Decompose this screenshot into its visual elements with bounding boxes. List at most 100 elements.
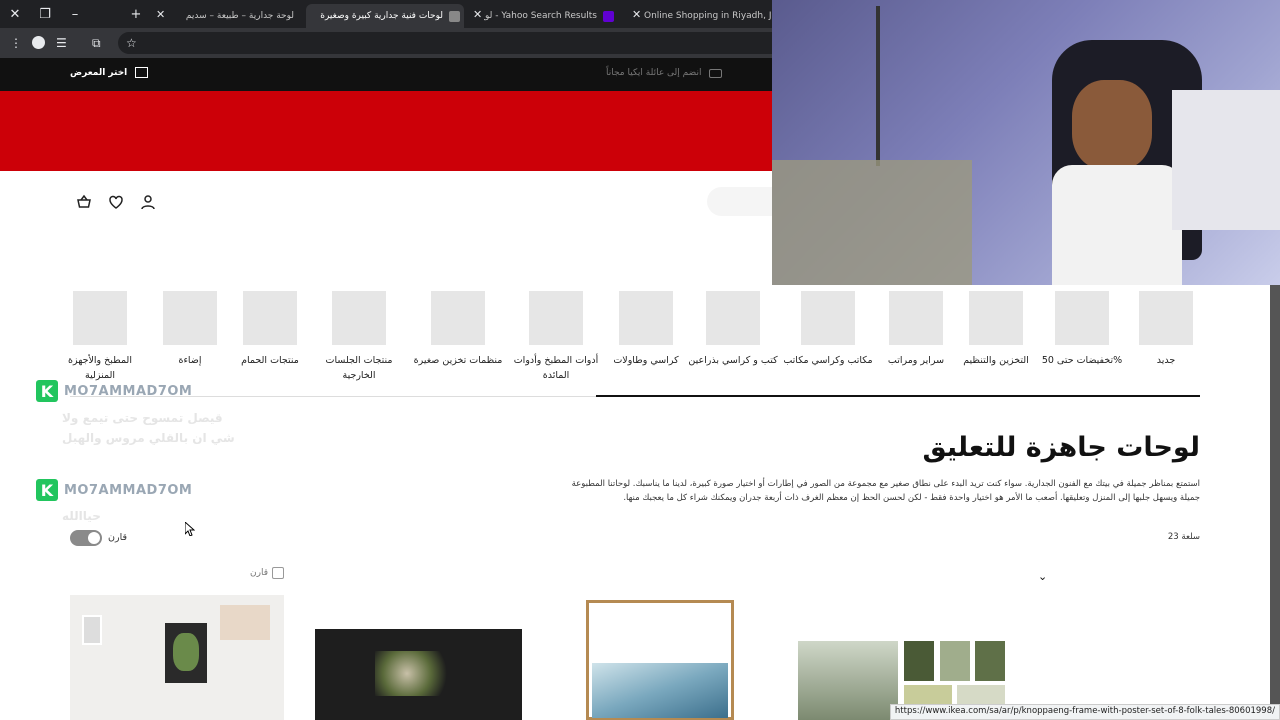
category-image <box>801 291 855 345</box>
streamer-name: MO7AMMAD7OM <box>64 383 193 399</box>
bed-shape <box>1172 90 1280 230</box>
page-scrollbar[interactable] <box>1270 285 1280 720</box>
profile-avatar-icon[interactable] <box>32 36 45 49</box>
product-image[interactable] <box>904 641 934 681</box>
minimize-window-icon[interactable]: – <box>64 4 86 24</box>
category-image <box>529 291 583 345</box>
tab-title: لوح جداريه - Yahoo Search Results <box>484 11 597 21</box>
category-item[interactable]: منظمات تخزين صغيرة <box>406 291 510 368</box>
browser-tab-bar: ✕ ❐ – + ✕ لوحة جدارية – طبيعة – سديم ✕ ل… <box>0 0 772 28</box>
reading-list-icon[interactable]: ☰ <box>56 34 67 52</box>
item-count: 23 سلعة <box>1167 532 1200 542</box>
category-label: أدوات المطبخ وأدوات المائدة <box>513 355 599 381</box>
category-label: مكاتب وكراسي مكاتب <box>783 355 873 366</box>
favorites-heart-icon[interactable] <box>108 194 124 210</box>
category-label: جديد <box>1156 355 1176 366</box>
category-label: كراسي وطاولات <box>613 355 679 366</box>
category-item[interactable]: إضاءة <box>160 291 220 368</box>
category-label: منتجات الحمام <box>241 355 299 366</box>
product-image[interactable] <box>798 641 898 720</box>
status-url: https://www.ikea.com/sa/ar/p/knoppaeng-f… <box>889 704 1280 720</box>
tab-close-icon[interactable]: ✕ <box>156 8 165 21</box>
frame-shape <box>220 605 270 640</box>
tab-3[interactable]: لوح جداريه - Yahoo Search Results <box>484 4 618 28</box>
category-item[interactable]: أدوات المطبخ وأدوات المائدة <box>506 291 606 383</box>
extensions-icon[interactable]: ⧉ <box>92 34 101 52</box>
compare-toggle-label: قارن <box>108 532 127 543</box>
wave-shape <box>592 663 728 718</box>
category-item[interactable]: كتب و كراسي بذراعين <box>684 291 782 368</box>
category-image <box>619 291 673 345</box>
restore-window-icon[interactable]: ❐ <box>34 4 56 24</box>
category-label: منظمات تخزين صغيرة <box>413 355 503 366</box>
category-label: التخزين والتنظيم <box>963 355 1029 366</box>
category-label: كتب و كراسي بذراعين <box>688 355 778 366</box>
tab-close-icon[interactable]: ✕ <box>473 8 482 21</box>
compare-checkbox[interactable] <box>272 567 284 579</box>
ikea-family-label: انضم إلى عائلة ايكيا مجاناً <box>606 68 702 78</box>
streamer-watermark: K MO7AMMAD7OM <box>36 380 192 402</box>
tab-title: لوحات فنية جدارية كبيرة وصغيرة <box>320 11 443 21</box>
search-input[interactable] <box>707 187 772 216</box>
promo-banner[interactable] <box>0 91 772 171</box>
category-item[interactable]: التخزين والتنظيم <box>954 291 1038 368</box>
family-card-icon <box>709 68 723 78</box>
category-item[interactable]: المطبخ والأجهزة المنزلية <box>60 291 140 383</box>
category-image <box>332 291 386 345</box>
menu-dots-icon[interactable]: ⋮ <box>10 34 22 52</box>
account-icon[interactable] <box>140 194 156 210</box>
product-image[interactable] <box>70 595 284 720</box>
chevron-down-icon[interactable]: ⌄ <box>1038 570 1047 583</box>
category-label: إضاءة <box>178 355 202 366</box>
category-item[interactable]: مكاتب وكراسي مكاتب <box>778 291 878 368</box>
product-image[interactable] <box>315 629 522 720</box>
browser-toolbar: ⋮ ☰ ⧉ ☆ <box>0 28 772 58</box>
kick-logo-icon: K <box>36 380 58 402</box>
tab-title: Online Shopping in Riyadh, Jed <box>644 11 772 21</box>
cart-icon[interactable] <box>76 194 92 210</box>
choose-store-link[interactable]: اختر المعرض <box>70 67 149 78</box>
person-body-shape <box>1052 165 1182 285</box>
page-intro: استمتع بمناظر جميلة في بيتك مع الفنون ال… <box>571 479 1200 503</box>
rug-shape <box>772 160 972 285</box>
product-image[interactable] <box>586 600 734 720</box>
category-item[interactable]: جديد <box>1136 291 1196 368</box>
kick-logo-icon: K <box>36 479 58 501</box>
category-item[interactable]: سراير ومراتب <box>876 291 956 368</box>
compare-checkbox-label: قارن <box>250 568 268 578</box>
category-image <box>243 291 297 345</box>
category-item[interactable]: منتجات الحمام <box>230 291 310 368</box>
new-tab-icon[interactable]: + <box>125 4 147 24</box>
ikea-family-link[interactable]: انضم إلى عائلة ايكيا مجاناً <box>606 68 723 78</box>
category-image <box>1055 291 1109 345</box>
choose-store-label: اختر المعرض <box>70 67 128 78</box>
tab-4[interactable]: Online Shopping in Riyadh, Jed <box>640 4 772 28</box>
streamer-watermark: K MO7AMMAD7OM <box>36 479 192 501</box>
address-bar[interactable]: ☆ <box>118 32 772 54</box>
tab-2[interactable]: لوحات فنية جدارية كبيرة وصغيرة <box>306 4 464 28</box>
compare-toggle[interactable] <box>70 530 102 546</box>
category-image <box>889 291 943 345</box>
tab-1[interactable]: لوحة جدارية – طبيعة – سديم <box>170 4 298 28</box>
category-image <box>73 291 127 345</box>
tab-title: لوحة جدارية – طبيعة – سديم <box>185 11 294 21</box>
plant-shape <box>173 633 199 671</box>
category-item[interactable]: منتجات الجلسات الخارجية <box>314 291 404 383</box>
tab-favicon-icon <box>449 10 460 22</box>
category-scrollbar-thumb[interactable] <box>596 395 1200 397</box>
webcam-overlay <box>772 0 1280 285</box>
close-window-icon[interactable]: ✕ <box>4 4 26 24</box>
category-item[interactable]: كراسي وطاولات <box>606 291 686 368</box>
product-image[interactable] <box>940 641 970 681</box>
product-image[interactable] <box>975 641 1005 681</box>
category-label: المطبخ والأجهزة المنزلية <box>68 355 132 381</box>
category-item[interactable]: تخفيضات حتى 50% <box>1040 291 1124 368</box>
category-label: سراير ومراتب <box>887 355 945 366</box>
person-head-shape <box>1072 80 1152 170</box>
bookmark-star-icon[interactable]: ☆ <box>126 34 137 52</box>
yahoo-favicon-icon <box>603 10 614 22</box>
mouse-cursor-icon <box>185 522 195 536</box>
top-info-bar: اختر المعرض انضم إلى عائلة ايكيا مجاناً <box>0 58 772 91</box>
streamer-name: MO7AMMAD7OM <box>64 482 193 498</box>
category-image <box>1139 291 1193 345</box>
